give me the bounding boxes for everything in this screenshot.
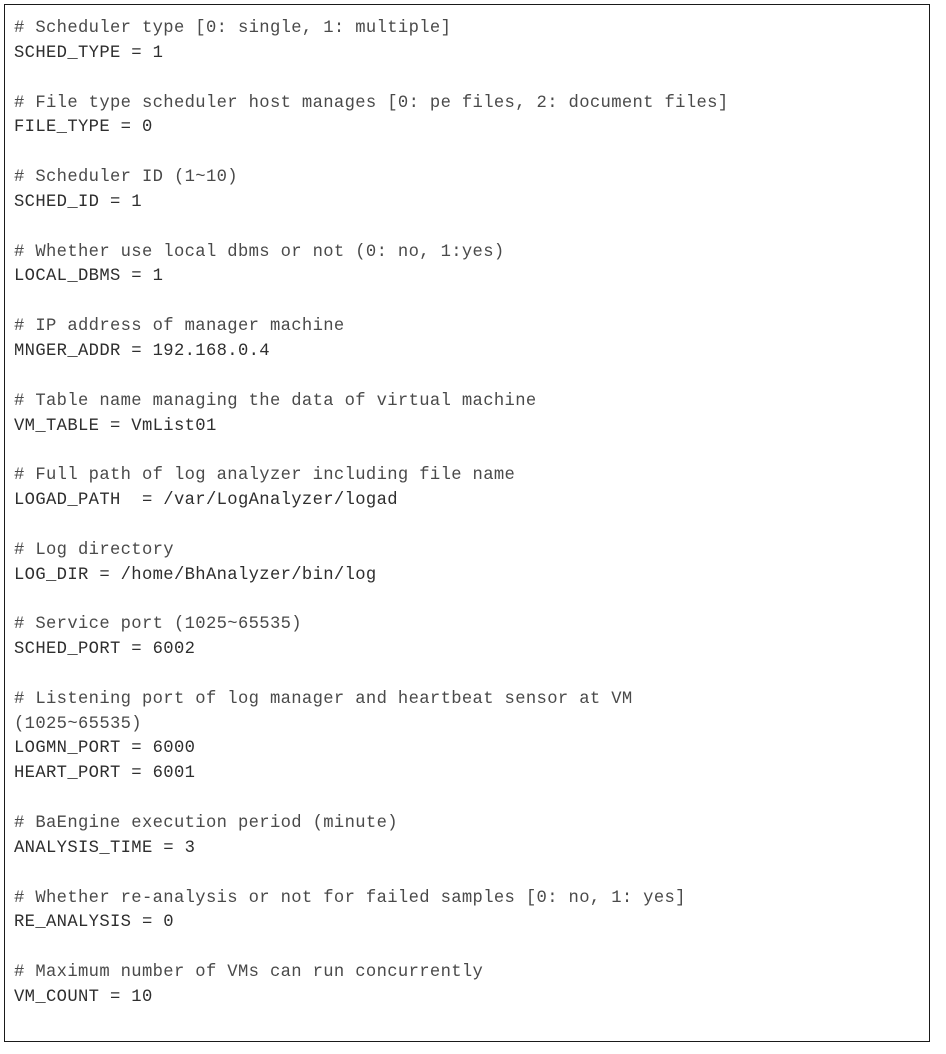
config-blank-line: [14, 216, 927, 241]
config-blank-line: [14, 787, 927, 812]
config-assignment-line: LOGMN_PORT = 6000: [14, 739, 196, 759]
config-blank-line: [14, 439, 927, 464]
config-blank-line: [14, 663, 927, 688]
config-file-frame: # Scheduler type [0: single, 1: multiple…: [4, 4, 930, 1042]
config-comment-line: # Scheduler ID (1~10): [14, 168, 238, 188]
config-comment-line: # Whether re-analysis or not for failed …: [14, 888, 686, 908]
config-comment-line: # Maximum number of VMs can run concurre…: [14, 963, 484, 983]
config-assignment-line: SCHED_TYPE = 1: [14, 43, 164, 63]
config-blank-line: [14, 365, 927, 390]
config-assignment-line: VM_COUNT = 10: [14, 987, 153, 1007]
config-comment-line: # BaEngine execution period (minute): [14, 814, 398, 833]
config-file-listing[interactable]: # Scheduler type [0: single, 1: multiple…: [14, 17, 927, 1011]
config-assignment-line: SCHED_PORT = 6002: [14, 640, 196, 660]
config-comment-line: # Service port (1025~65535): [14, 615, 302, 635]
config-assignment-line: VM_TABLE = VmList01: [14, 416, 217, 436]
config-assignment-line: LOCAL_DBMS = 1: [14, 267, 164, 287]
config-blank-line: [14, 141, 927, 166]
config-blank-line: [14, 290, 927, 315]
config-assignment-line: LOG_DIR = /home/BhAnalyzer/bin/log: [14, 565, 377, 585]
config-assignment-line: MNGER_ADDR = 192.168.0.4: [14, 341, 270, 361]
config-blank-line: [14, 67, 927, 92]
config-comment-line: # IP address of manager machine: [14, 317, 345, 337]
config-blank-line: [14, 514, 927, 539]
config-assignment-line: RE_ANALYSIS = 0: [14, 913, 174, 933]
config-assignment-line: SCHED_ID = 1: [14, 192, 142, 212]
config-comment-line: # Scheduler type [0: single, 1: multiple…: [14, 19, 452, 38]
config-assignment-line: HEART_PORT = 6001: [14, 764, 196, 784]
config-comment-line: # Whether use local dbms or not (0: no, …: [14, 242, 505, 262]
config-blank-line: [14, 862, 927, 887]
config-assignment-line: ANALYSIS_TIME = 3: [14, 838, 196, 858]
config-comment-line: # Log directory: [14, 540, 174, 560]
config-comment-line: # File type scheduler host manages [0: p…: [14, 93, 729, 113]
config-assignment-line: FILE_TYPE = 0: [14, 118, 153, 138]
config-blank-line: [14, 936, 927, 961]
config-blank-line: [14, 588, 927, 613]
config-assignment-line: LOGAD_PATH = /var/LogAnalyzer/logad: [14, 491, 398, 511]
config-comment-line: # Full path of log analyzer including fi…: [14, 466, 516, 486]
config-comment-line: (1025~65535): [14, 714, 142, 734]
config-comment-line: # Table name managing the data of virtua…: [14, 391, 537, 411]
config-comment-line: # Listening port of log manager and hear…: [14, 689, 633, 709]
